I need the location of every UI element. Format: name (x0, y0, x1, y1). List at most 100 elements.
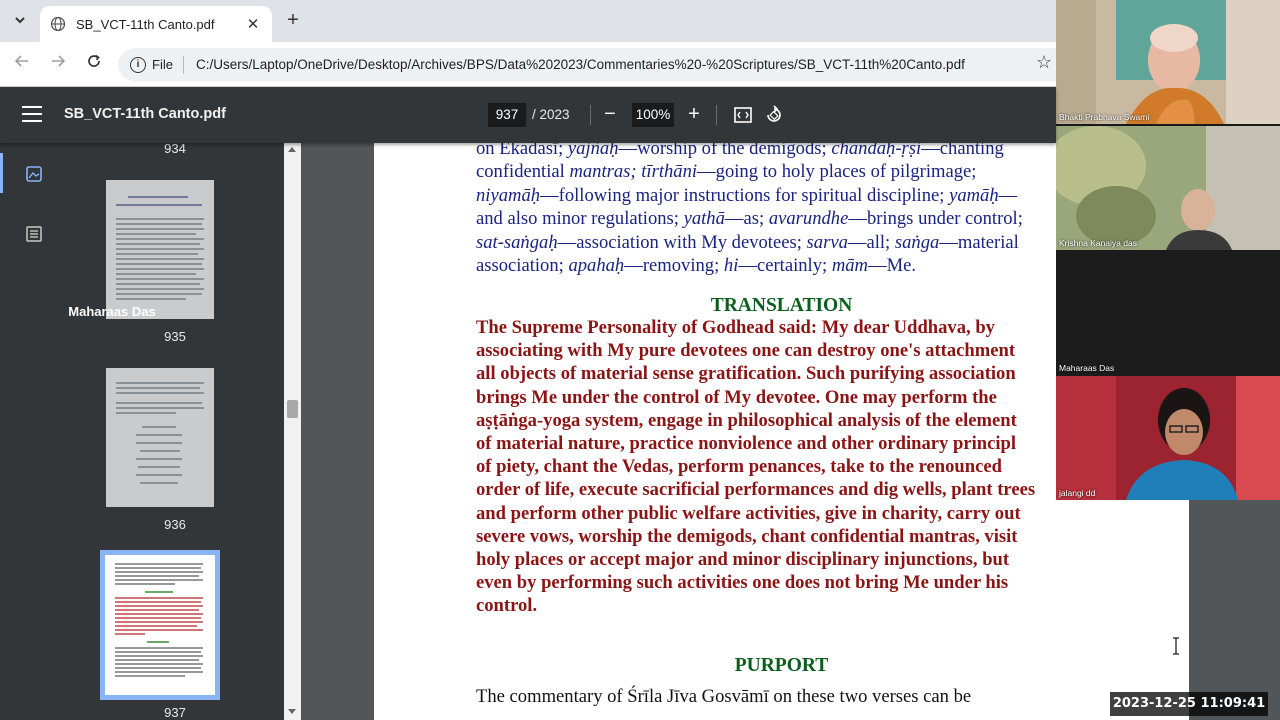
translation-line: holy places or accept major and minor di… (476, 549, 1010, 571)
translation-line: even by performing such activities one d… (476, 572, 1009, 594)
gloss-text: —certainly; (738, 255, 832, 277)
gloss-text: —as; (724, 208, 769, 230)
zoom-in-button[interactable]: + (682, 102, 706, 126)
reload-button[interactable] (82, 53, 106, 77)
sanskrit-term: mantras; tīrthāni (569, 161, 698, 183)
gloss-text: —all; (847, 231, 895, 253)
recording-timestamp: 2023-12-25 11:09:41 (1110, 692, 1268, 716)
sanskrit-term: yajñaḥ (567, 143, 619, 159)
thumbnail-label: 934 (164, 143, 186, 156)
gloss-text: association; (476, 255, 569, 277)
purport-heading: PURPORT (734, 655, 829, 676)
sanskrit-term: hi (723, 255, 739, 277)
active-indicator (0, 153, 3, 193)
gloss-text: —chanting (921, 143, 1004, 159)
sanskrit-term: avarundhe (768, 208, 849, 230)
tab-title: SB_VCT-11th Canto.pdf (76, 16, 215, 32)
pdf-toolbar: SB_VCT-11th Canto.pdf 937 / 2023 − 100% … (0, 87, 1056, 143)
sanskrit-term: mām (831, 255, 868, 277)
document-title: SB_VCT-11th Canto.pdf (64, 106, 226, 122)
arrow-left-icon (14, 55, 28, 67)
gloss-text: —Me. (867, 255, 916, 277)
gloss-text: —going to holy places of pilgrimage; (697, 161, 977, 183)
translation-line: and perform other public welfare activit… (476, 502, 1021, 524)
sidebar-icon-rail (0, 143, 66, 720)
divider (590, 105, 591, 125)
bookmark-star-icon[interactable]: ☆ (1036, 52, 1052, 73)
info-icon[interactable]: i (130, 56, 146, 73)
zoom-level-input[interactable]: 100% (632, 103, 674, 127)
video-tile[interactable]: Bhakti Prabhava Swami (1056, 0, 1280, 124)
gloss-text: —material (939, 231, 1019, 253)
gloss-text: —association with My devotees; (557, 231, 807, 253)
video-tile[interactable]: Krishna Kanaiya das (1056, 126, 1280, 250)
participant-video (1056, 126, 1280, 250)
sanskrit-term: sarva (806, 231, 848, 253)
arrow-right-icon (52, 55, 66, 67)
new-tab-button[interactable]: + (282, 9, 304, 31)
page-total: / 2023 (532, 107, 570, 122)
video-tile[interactable]: Maharaas Das (1056, 251, 1280, 375)
sanskrit-term: sat-saṅgaḥ (476, 231, 558, 253)
divider (182, 55, 184, 74)
thumbnail-pane: 934 935 936 937 (66, 143, 284, 720)
scrollbar-thumb[interactable] (287, 400, 298, 418)
zoom-out-button[interactable]: − (598, 102, 622, 126)
thumbnail-label: 937 (164, 705, 186, 720)
participant-name: Bhakti Prabhava Swami (1059, 112, 1150, 122)
back-button[interactable] (10, 53, 34, 77)
gloss-text: —worship of the demigods; (618, 143, 832, 159)
translation-line: severe vows, worship the demigods, chant… (476, 525, 1018, 547)
thumbnail-page[interactable] (106, 180, 214, 319)
browser-tab-bar: SB_VCT-11th Canto.pdf ✕ + (0, 0, 1056, 42)
gloss-text: —removing; (624, 255, 724, 277)
url-text[interactable]: C:/Users/Laptop/OneDrive/Desktop/Archive… (196, 57, 965, 72)
participant-name: jalangi dd (1059, 488, 1096, 498)
sanskrit-term: yathā (683, 208, 725, 230)
tab-search-button[interactable] (8, 8, 32, 32)
participant-video (1056, 376, 1280, 500)
gloss-text: —brings under control; (848, 208, 1023, 230)
scroll-down-arrow[interactable] (288, 709, 296, 714)
globe-icon (50, 16, 66, 32)
participant-video (1056, 0, 1280, 124)
purport-text: The commentary of Śrīla Jīva Gosvāmī on … (476, 686, 972, 707)
sanskrit-term: saṅga (894, 231, 940, 253)
thumbnail-scrollbar[interactable] (284, 143, 301, 720)
sanskrit-term: yamāḥ (949, 184, 999, 206)
thumbnail-label: 935 (164, 329, 186, 344)
video-tile[interactable]: jalangi dd (1056, 376, 1280, 500)
text-cursor-icon (1173, 637, 1179, 655)
menu-icon[interactable] (22, 106, 42, 122)
thumbnail-label: 936 (164, 517, 186, 532)
thumbnail-page-selected[interactable] (100, 550, 220, 700)
scroll-up-arrow[interactable] (288, 147, 296, 152)
translation-line: control. (476, 595, 538, 617)
chevron-down-icon (15, 17, 25, 24)
gloss-text: confidential (476, 161, 570, 183)
gloss-text: and also minor regulations; (476, 208, 684, 230)
fit-page-icon[interactable] (733, 105, 753, 125)
gloss-text: —following major instructions for spirit… (540, 184, 950, 206)
sanskrit-term: niyamāḥ (476, 184, 541, 206)
page-number-input[interactable]: 937 (488, 103, 526, 127)
close-tab-icon[interactable]: ✕ (244, 15, 262, 33)
outline-icon[interactable] (25, 225, 43, 243)
rotate-icon[interactable] (764, 105, 784, 125)
participant-name: Maharaas Das (1059, 363, 1115, 373)
reload-icon (88, 54, 100, 67)
omnibox[interactable]: i File C:/Users/Laptop/OneDrive/Desktop/… (118, 48, 1056, 81)
sanskrit-term: apahaḥ (568, 255, 625, 277)
gloss-text: — (998, 184, 1018, 206)
thumbnails-icon[interactable] (25, 165, 43, 183)
screen: SB_VCT-11th Canto.pdf ✕ + i File C:/User… (0, 0, 1280, 720)
thumbnail-page[interactable] (106, 368, 214, 507)
participant-name: Krishna Kanaiya das (1059, 238, 1137, 248)
divider (716, 105, 717, 125)
browser-tab[interactable]: SB_VCT-11th Canto.pdf ✕ (40, 6, 272, 42)
forward-button[interactable] (46, 53, 70, 77)
participant-display-name: Maharaas Das (68, 304, 156, 319)
gloss-text: on Ekādaśī; (476, 143, 568, 159)
address-toolbar: i File C:/Users/Laptop/OneDrive/Desktop/… (0, 42, 1056, 87)
scheme-label: File (152, 57, 173, 72)
